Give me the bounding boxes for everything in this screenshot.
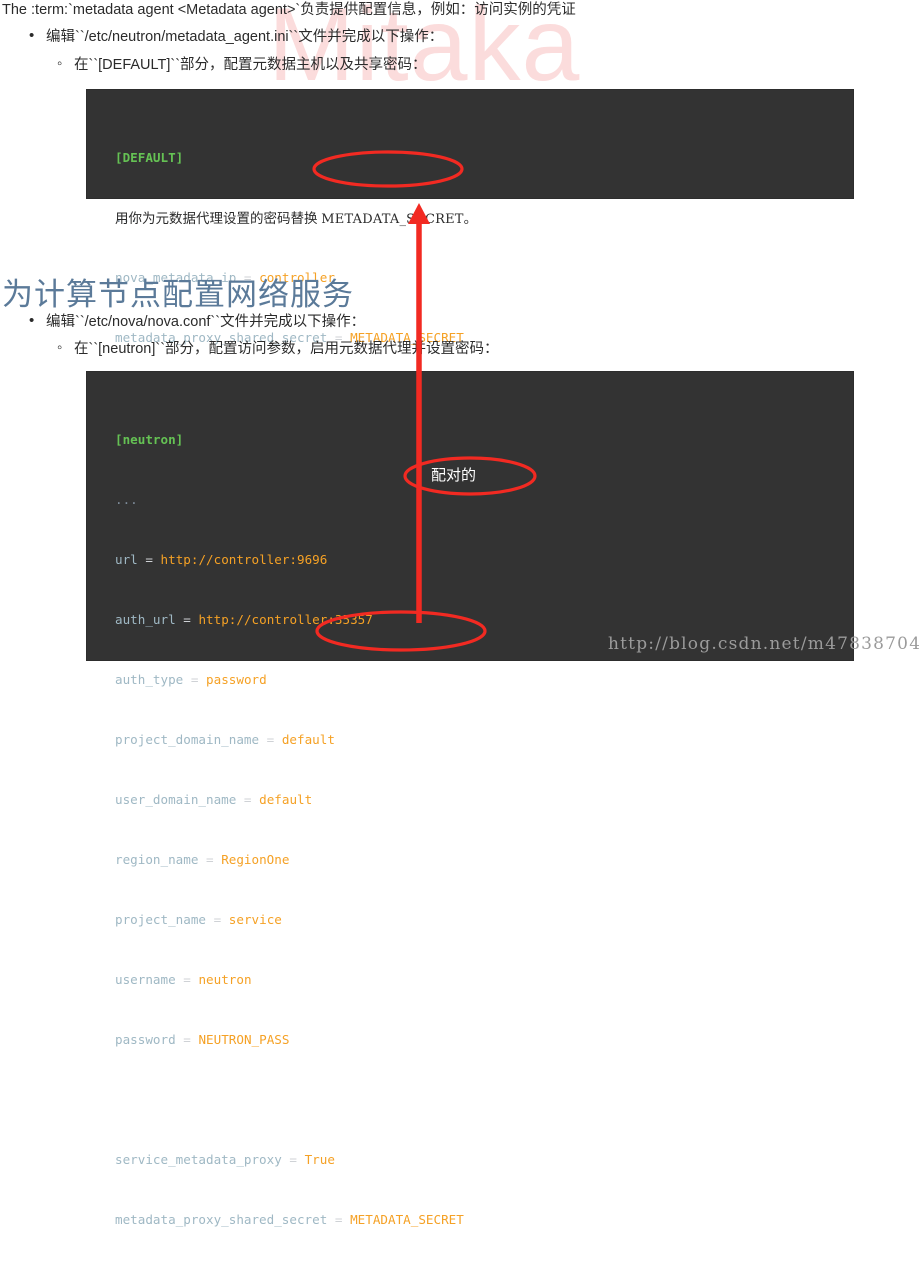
code-line: [neutron] [115,430,853,450]
code-token-value: default [259,792,313,807]
code-line: region_name = RegionOne [115,850,853,870]
code-token-operator: = [266,732,275,747]
code-block-default[interactable]: [DEFAULT] ... nova_metadata_ip = control… [87,90,853,345]
code-token-key: password [115,1032,176,1047]
code-token-value: True [304,1152,335,1167]
code-token-operator: = [183,972,191,987]
lead-paragraph: The :term:`metadata agent <Metadata agen… [2,2,576,18]
code-token-value: password [206,672,267,687]
code-token-key: metadata_proxy_shared_secret [115,1212,328,1227]
code-token-value: default [281,732,335,747]
code-token-key: service_metadata_proxy [115,1152,282,1167]
annotation-label-pairing: 配对的 [431,467,477,484]
code-token-section: [DEFAULT] [115,150,184,165]
bullet-default-section: 在``[DEFAULT]``部分，配置元数据主机以及共享密码： [57,54,427,75]
code-line: auth_type = password [115,670,853,690]
bullet-edit-metadata-agent-ini: 编辑``/etc/neutron/metadata_agent.ini``文件并… [29,26,443,47]
code-token-key: project_name [115,912,206,927]
code-token-section: [neutron] [115,432,184,447]
code-token-value: neutron [198,972,252,987]
code-token-operator: = [289,1152,297,1167]
code-token-key: project_domain_name [115,732,260,747]
code-line: [DEFAULT] [115,148,853,168]
note-prefix: 用你为元数据代理设置的密码替换 [115,211,322,226]
code-token-value: service [228,912,282,927]
code-token-operator: = [243,792,252,807]
code-line: user_domain_name = default [115,790,853,810]
page-title: 为计算节点配置网络服务 [2,276,354,312]
code-token-operator: = [213,912,222,927]
code-line: project_name = service [115,910,853,930]
code-token-key: region_name [115,852,199,867]
code-line: url = http://controller:9696 [115,550,853,570]
code-token-operator: = [183,612,191,627]
code-line: project_domain_name = default [115,730,853,750]
code-token-value: METADATA_SECRET [350,1212,464,1227]
code-token-operator: = [145,552,153,567]
code-line: password = NEUTRON_PASS [115,1030,853,1050]
code-block-neutron[interactable]: [neutron] ... url = http://controller:96… [87,372,853,1227]
code-token-operator: = [206,852,214,867]
bullet-edit-nova-conf: 编辑``/etc/nova/nova.conf``文件并完成以下操作： [29,311,365,332]
note-monospace-token: METADATA_SECRET [321,212,464,227]
code-token-operator: = [190,672,199,687]
code-token-key: auth_type [115,672,184,687]
footer-watermark-url: http://blog.csdn.net/m47838704 [608,634,919,654]
code-token-key: username [115,972,176,987]
code-token-operator: = [334,1212,343,1227]
note-suffix: 。 [463,211,478,226]
code-line: ... [115,490,853,510]
code-token-operator: = [183,1032,191,1047]
code-line: auth_url = http://controller:35357 [115,610,853,630]
code-token-key: url [115,552,138,567]
code-token-ellipsis: ... [115,492,138,507]
code-line: username = neutron [115,970,853,990]
code-token-value: NEUTRON_PASS [198,1032,290,1047]
code-token-value: http://controller:35357 [198,612,373,627]
note-replace-secret: 用你为元数据代理设置的密码替换 METADATA_SECRET。 [115,209,477,230]
bullet-neutron-section: 在``[neutron]``部分，配置访问参数，启用元数据代理并设置密码： [57,338,499,359]
code-token-value: RegionOne [221,852,290,867]
code-line: service_metadata_proxy = True [115,1150,853,1170]
code-line: metadata_proxy_shared_secret = METADATA_… [115,1210,853,1230]
code-token-value: http://controller:9696 [160,552,328,567]
code-token-key: auth_url [115,612,176,627]
code-token-key: user_domain_name [115,792,237,807]
